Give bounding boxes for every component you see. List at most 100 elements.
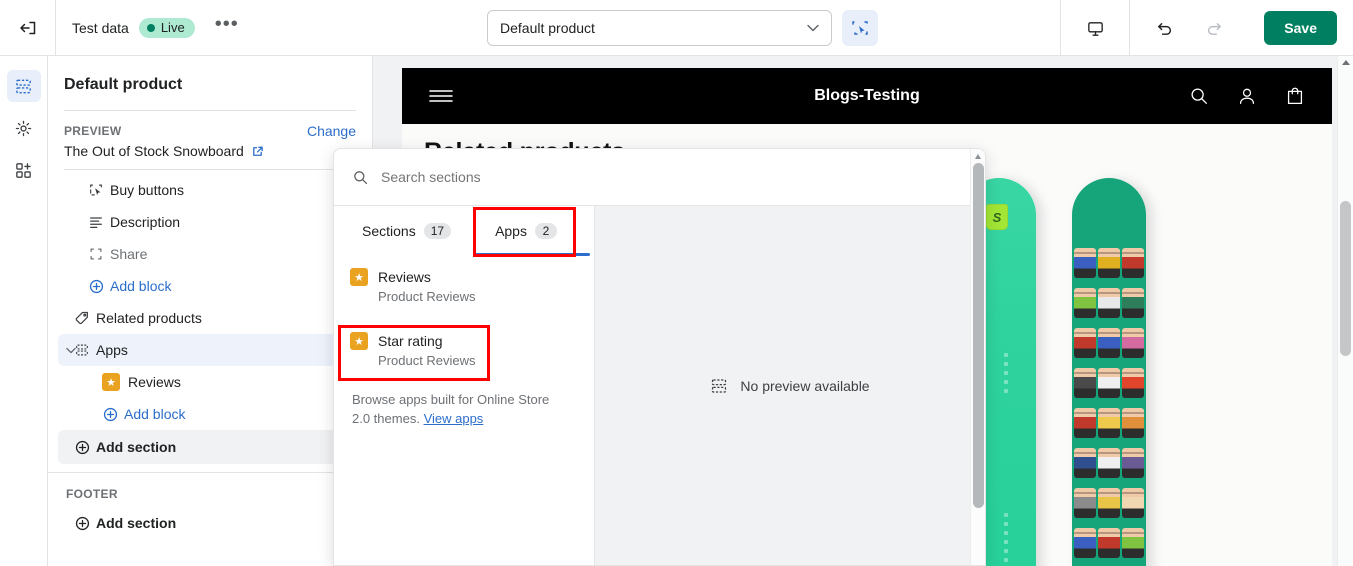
popover-scrollbar[interactable] [970,149,985,565]
view-apps-link[interactable]: View apps [424,411,484,426]
sidebar-item-reviews[interactable]: ★ Reviews [58,366,362,398]
rail-item-sections[interactable] [6,70,41,102]
scroll-up-arrow-icon[interactable] [975,154,981,159]
theme-editor-window: Test data Live ••• Default product Save … [0,0,1353,566]
plus-circle-icon [88,278,110,295]
shopify-logo-icon: S [986,204,1008,230]
active-tab-indicator [474,253,590,256]
exit-icon [18,18,38,38]
sidebar-item-label: Related products [96,310,202,326]
sidebar-item-label: Add section [96,515,177,531]
sidebar-item-label: Share [110,246,148,262]
sidebar-add-block-2[interactable]: Add block [58,398,362,430]
inspector-select-icon [851,19,869,37]
sidebar-item-label: Reviews [128,374,181,390]
popover-tabs: Sections 17 Apps 2 [334,206,594,256]
storefront-header-icons [1188,85,1306,107]
sidebar-item-label: Add block [124,406,186,422]
cart-icon[interactable] [1284,85,1306,107]
theme-name: Test data [72,19,129,36]
inspector-toggle-button[interactable] [842,10,878,46]
app-publisher: Product Reviews [378,353,476,368]
left-rail [0,56,48,566]
tab-apps[interactable]: Apps 2 [481,217,571,245]
preview-label: PREVIEW [64,124,122,138]
rail-item-settings[interactable] [7,112,41,144]
app-publisher: Product Reviews [378,289,476,304]
sidebar-item-share[interactable]: Share [58,238,362,270]
tab-sections[interactable]: Sections 17 [348,217,465,245]
sidebar-item-description[interactable]: Description [58,206,362,238]
top-bar-actions: Save [1060,0,1353,56]
section-list: Buy buttons Description Share Add block … [48,170,372,464]
history-group [1129,0,1248,56]
theme-info: Test data Live ••• [56,14,239,38]
apps-add-icon [14,161,33,180]
product-images: S [962,178,1146,566]
account-icon[interactable] [1236,85,1258,107]
preview-product-label: The Out of Stock Snowboard [64,143,244,159]
list-item[interactable]: ★ Star rating Product Reviews [334,324,594,378]
footer-group-label: FOOTER [66,487,118,501]
sidebar-add-block-1[interactable]: Add block [58,270,362,302]
change-preview-link[interactable]: Change [307,123,356,139]
no-preview-label: No preview available [740,377,870,394]
undo-icon [1155,19,1174,38]
tab-count-badge: 17 [423,223,452,239]
template-selector-group: Default product [487,10,878,46]
search-input[interactable] [381,169,881,185]
popover-search-bar [334,149,985,206]
scroll-up-arrow-icon[interactable] [1342,60,1350,65]
undo-button[interactable] [1148,12,1180,44]
redo-icon [1205,19,1224,38]
apps-list: ★ Reviews Product Reviews ★ Star rating … [334,256,594,378]
save-button[interactable]: Save [1264,11,1337,45]
status-badge: Live [138,17,195,38]
more-actions-button[interactable]: ••• [215,14,239,37]
popover-preview-pane: No preview available [595,206,985,565]
sidebar-add-section-footer[interactable]: Add section [58,507,362,539]
sidebar-item-related-products[interactable]: Related products [58,302,362,334]
app-name: Reviews [378,269,431,285]
browse-apps-text: Browse apps built for Online Store 2.0 t… [334,378,574,440]
scrollbar-thumb[interactable] [1340,201,1351,356]
snowboard-pixel-art [1072,178,1146,566]
list-item[interactable]: ★ Reviews Product Reviews [334,260,594,314]
search-icon[interactable] [1188,85,1210,107]
live-dot-icon [146,23,155,32]
sidebar-item-label: Buy buttons [110,182,184,198]
cursor-select-icon [88,182,110,198]
tag-icon [74,310,96,326]
preview-scrollbar[interactable] [1337,56,1353,566]
tab-count-badge: 2 [534,223,557,239]
star-app-icon: ★ [350,268,368,286]
external-link-icon[interactable] [251,145,264,158]
desktop-view-button[interactable] [1079,12,1111,44]
add-section-popover: Sections 17 Apps 2 ★ Reviews Product [333,148,986,566]
redo-button[interactable] [1198,12,1230,44]
sections-sidebar: Default product PREVIEW Change The Out o… [48,56,373,566]
plus-circle-icon [74,439,96,456]
template-selector[interactable]: Default product [487,10,832,46]
top-bar: Test data Live ••• Default product Save [0,0,1353,56]
plus-circle-icon [74,515,96,532]
sidebar-add-section-main[interactable]: Add section [58,430,362,464]
sections-icon [74,342,96,358]
preview-block: PREVIEW Change The Out of Stock Snowboar… [48,111,372,169]
sidebar-item-apps[interactable]: Apps [58,334,362,366]
exit-editor-button[interactable] [0,0,56,56]
status-badge-label: Live [160,20,185,35]
scrollbar-thumb[interactable] [973,163,984,508]
chevron-down-icon[interactable] [66,347,76,354]
star-app-icon: ★ [102,373,120,391]
rail-item-apps[interactable] [7,154,41,186]
tab-label: Sections [362,223,416,239]
sidebar-item-label: Add section [96,439,177,455]
frame-icon [88,246,110,262]
plus-circle-icon [102,406,124,423]
sidebar-item-buy-buttons[interactable]: Buy buttons [58,174,362,206]
sections-icon [14,77,33,96]
popover-list-pane: Sections 17 Apps 2 ★ Reviews Product Rev… [334,206,595,565]
preview-product-name: The Out of Stock Snowboard [64,143,356,159]
gear-icon [14,119,33,138]
